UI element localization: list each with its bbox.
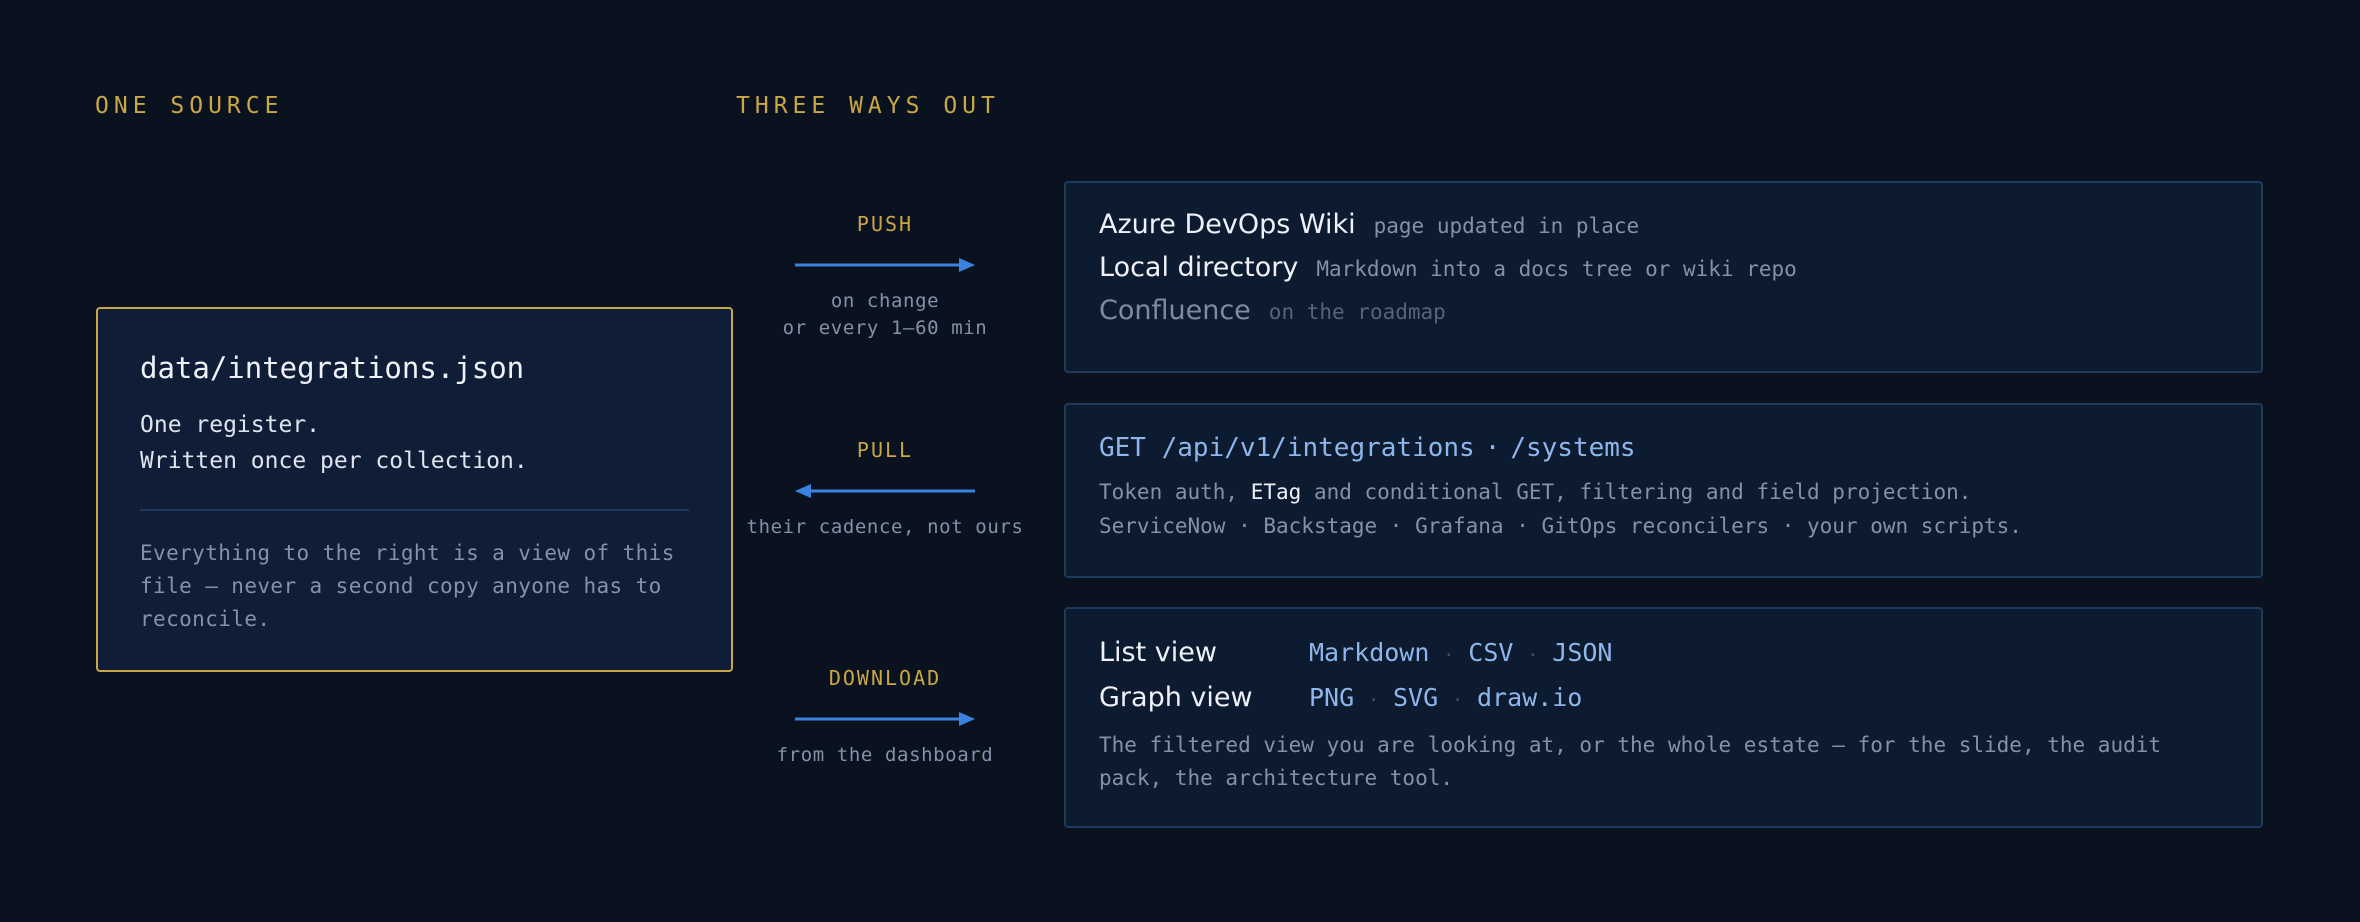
download-sub-1: from the dashboard (776, 744, 994, 766)
push-label: PUSH (856, 212, 914, 236)
download-formats-card: List view Markdown · CSV · JSON Graph vi… (1064, 607, 2263, 828)
download-label: DOWNLOAD (828, 666, 942, 690)
format-png: PNG (1309, 683, 1355, 712)
destination-desc: on the roadmap (1268, 300, 1446, 324)
destination-desc: page updated in place (1373, 214, 1640, 238)
pull-description-1: Token auth, ETag and conditional GET, fi… (1099, 475, 2228, 509)
format-svg: SVG (1393, 683, 1439, 712)
source-note: Everything to the right is a view of thi… (140, 541, 675, 631)
push-sub-2: or every 1–60 min (782, 317, 988, 339)
arrow-right-icon (795, 258, 975, 272)
download-connector: DOWNLOAD from the dashboard (745, 666, 1025, 769)
push-destinations-card: Azure DevOps Wiki page updated in place … (1064, 181, 2263, 373)
pull-api-card: GET /api/v1/integrations · /systems Token … (1064, 403, 2263, 578)
format-json: JSON (1552, 638, 1613, 667)
pull-desc-post: and conditional GET, filtering and field… (1301, 480, 1972, 504)
endpoint-systems: /systems (1510, 433, 1636, 463)
arrow-left-icon (795, 484, 975, 498)
list-view-label: List view (1099, 637, 1217, 668)
format-separator: · (1527, 645, 1539, 666)
format-separator: · (1368, 690, 1379, 711)
destination-name: Local directory (1099, 252, 1299, 283)
source-file-name: data/integrations.json (140, 351, 525, 385)
pull-description-2: ServiceNow · Backstage · Grafana · GitOp… (1099, 514, 2022, 538)
pull-connector: PULL their cadence, not ours (745, 438, 1025, 541)
format-markdown: Markdown (1309, 638, 1430, 667)
pull-desc-pre: Token auth, (1099, 480, 1251, 504)
push-connector: PUSH on change or every 1–60 min (745, 212, 1025, 342)
one-source-heading: ONE SOURCE (95, 93, 284, 119)
format-separator: · (1443, 645, 1455, 666)
graph-view-label: Graph view (1099, 682, 1253, 713)
source-line-1: One register. (140, 412, 321, 438)
destination-row: Azure DevOps Wiki page updated in place (1099, 209, 2228, 240)
format-drawio: draw.io (1477, 683, 1583, 712)
pull-sub-1: their cadence, not ours (746, 516, 1024, 538)
format-csv: CSV (1468, 638, 1514, 667)
source-divider (140, 509, 689, 511)
source-line-2: Written once per collection. (140, 448, 528, 474)
arrow-right-icon (795, 712, 975, 726)
destination-row: Confluence on the roadmap (1099, 295, 2228, 326)
graph-view-row: Graph view PNG · SVG · draw.io (1099, 682, 2228, 713)
download-description: The filtered view you are looking at, or… (1099, 733, 2162, 790)
three-ways-out-heading: THREE WAYS OUT (736, 93, 1000, 119)
destination-row: Local directory Markdown into a docs tre… (1099, 252, 2228, 283)
list-view-row: List view Markdown · CSV · JSON (1099, 637, 2228, 668)
push-sub-1: on change (830, 290, 940, 312)
format-separator: · (1452, 690, 1463, 711)
endpoint-separator: · (1484, 433, 1501, 463)
pull-label: PULL (856, 438, 914, 462)
api-endpoints: GET /api/v1/integrations · /systems (1099, 433, 2228, 463)
destination-name: Azure DevOps Wiki (1099, 209, 1356, 240)
destination-name: Confluence (1099, 295, 1251, 326)
endpoint-integrations: GET /api/v1/integrations (1099, 433, 1475, 463)
destination-desc: Markdown into a docs tree or wiki repo (1316, 257, 1797, 281)
etag-code: ETag (1250, 480, 1302, 504)
source-card: data/integrations.json One register. Wri… (96, 307, 733, 672)
